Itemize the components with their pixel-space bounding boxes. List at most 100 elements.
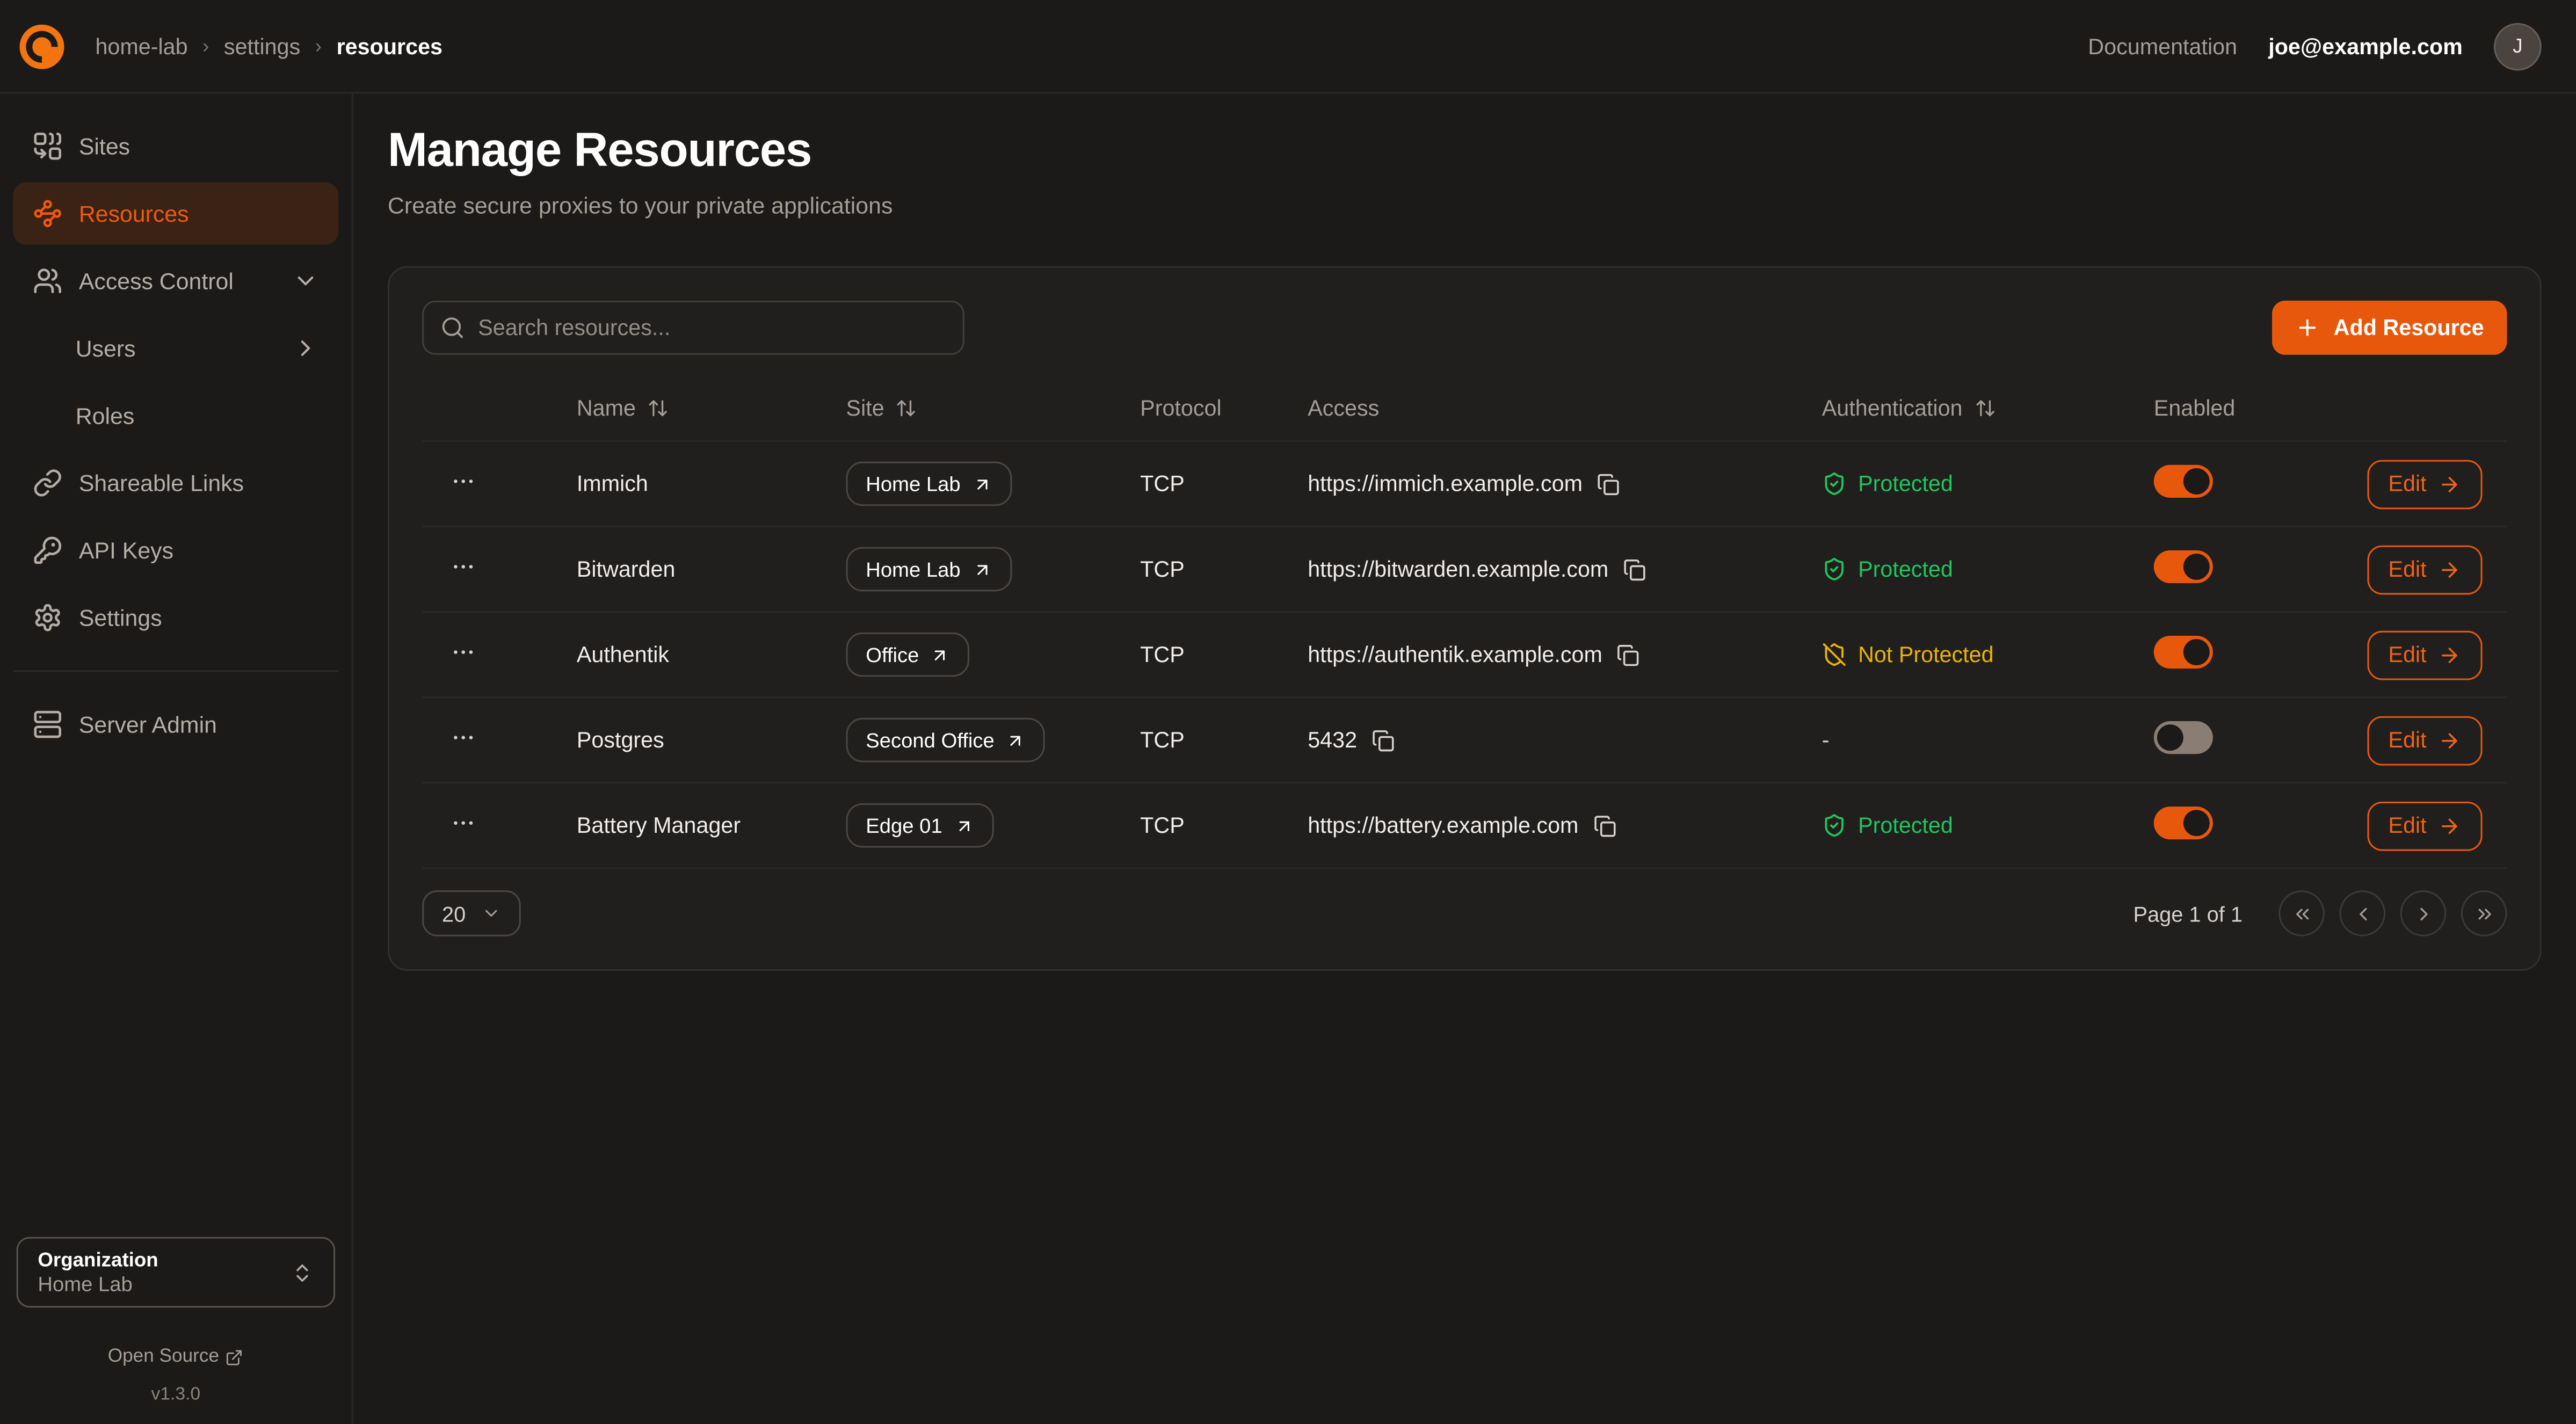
toggle-knob	[2157, 724, 2183, 751]
add-resource-button[interactable]: Add Resource	[2273, 301, 2507, 355]
site-link-badge[interactable]: Home Lab	[846, 462, 1012, 506]
row-menu-button[interactable]	[450, 468, 476, 495]
previous-page-button[interactable]	[2339, 890, 2385, 936]
page-size-value: 20	[442, 901, 466, 926]
sidebar-item-shareable-links[interactable]: Shareable Links	[13, 452, 338, 514]
site-name: Second Office	[866, 729, 995, 752]
add-resource-label: Add Resource	[2334, 315, 2484, 340]
chevron-down-icon	[482, 904, 502, 924]
ellipsis-icon	[450, 554, 476, 580]
resource-protocol: TCP	[1140, 557, 1308, 582]
toggle-knob	[2183, 810, 2210, 836]
enabled-toggle[interactable]	[2154, 807, 2213, 839]
auth-badge: Not Protected	[1822, 642, 2154, 667]
column-header-authentication[interactable]: Authentication	[1822, 395, 2154, 420]
copy-button[interactable]	[1593, 814, 1616, 837]
column-header-access: Access	[1308, 395, 1822, 420]
copy-icon	[1593, 814, 1616, 837]
sidebar-item-label: Access Control	[79, 268, 234, 294]
edit-button[interactable]: Edit	[2367, 459, 2483, 508]
page-info: Page 1 of 1	[2134, 901, 2243, 926]
chevrons-up-down-icon	[291, 1261, 314, 1284]
resource-protocol: TCP	[1140, 813, 1308, 838]
search-icon	[440, 315, 465, 340]
edit-button[interactable]: Edit	[2367, 715, 2483, 765]
copy-button[interactable]	[1372, 729, 1395, 752]
edit-button[interactable]: Edit	[2367, 801, 2483, 850]
auth-badge: Protected	[1822, 557, 2154, 582]
resource-name: Battery Manager	[577, 813, 846, 838]
copy-button[interactable]	[1623, 558, 1646, 581]
sidebar-item-label: Roles	[76, 403, 135, 429]
shield-off-icon	[1822, 642, 1847, 667]
copy-icon	[1617, 643, 1640, 666]
arrow-up-right-icon	[931, 645, 950, 665]
sidebar-item-label: Users	[76, 335, 136, 361]
sidebar-item-label: Server Admin	[79, 711, 217, 738]
toggle-knob	[2183, 639, 2210, 665]
copy-button[interactable]	[1617, 643, 1640, 666]
auth-status-text: Protected	[1858, 471, 1953, 496]
edit-button[interactable]: Edit	[2367, 544, 2483, 594]
row-menu-button[interactable]	[450, 554, 476, 580]
page-size-select[interactable]: 20	[422, 890, 521, 936]
site-link-badge[interactable]: Home Lab	[846, 547, 1012, 592]
sidebar-item-access-control[interactable]: Access Control	[13, 250, 338, 312]
site-link-badge[interactable]: Second Office	[846, 718, 1046, 762]
sidebar-item-settings[interactable]: Settings	[13, 586, 338, 649]
site-link-badge[interactable]: Office	[846, 633, 970, 677]
breadcrumb-separator: ›	[202, 34, 209, 57]
sidebar-item-server-admin[interactable]: Server Admin	[13, 693, 338, 755]
page-subtitle: Create secure proxies to your private ap…	[388, 192, 2542, 219]
column-header-name[interactable]: Name	[577, 395, 846, 420]
row-menu-button[interactable]	[450, 810, 476, 836]
breadcrumb-resources: resources	[337, 34, 442, 59]
documentation-link[interactable]: Documentation	[2088, 34, 2237, 59]
sidebar-item-resources[interactable]: Resources	[13, 183, 338, 245]
user-avatar[interactable]: J	[2494, 22, 2542, 70]
table-row: Immich Home Lab TCP https://immich.examp…	[422, 440, 2507, 526]
users-icon	[33, 266, 62, 296]
copy-button[interactable]	[1598, 473, 1621, 496]
resources-card: Add Resource Name Site	[388, 266, 2542, 971]
enabled-toggle[interactable]	[2154, 465, 2213, 498]
breadcrumb-org[interactable]: home-lab	[95, 34, 187, 59]
sidebar-item-users[interactable]: Users	[13, 317, 338, 379]
last-page-button[interactable]	[2461, 890, 2507, 936]
row-menu-button[interactable]	[450, 724, 476, 751]
server-icon	[33, 710, 62, 739]
open-source-link[interactable]: Open Source	[108, 1347, 244, 1367]
enabled-toggle[interactable]	[2154, 550, 2213, 583]
column-header-site[interactable]: Site	[846, 395, 1141, 420]
chevron-left-icon	[2352, 903, 2373, 924]
sort-icon	[1974, 397, 1996, 418]
first-page-button[interactable]	[2279, 890, 2325, 936]
sidebar-item-sites[interactable]: Sites	[13, 115, 338, 177]
enabled-toggle[interactable]	[2154, 636, 2213, 669]
arrow-right-icon	[2438, 473, 2461, 496]
enabled-toggle[interactable]	[2154, 721, 2213, 754]
arrow-up-right-icon	[1006, 730, 1026, 750]
site-link-badge[interactable]: Edge 01	[846, 803, 993, 848]
search-input[interactable]	[478, 315, 946, 340]
site-name: Edge 01	[866, 814, 942, 837]
sidebar: Sites Resources Access Control Users Rol…	[0, 93, 353, 1424]
key-icon	[33, 535, 62, 565]
row-menu-button[interactable]	[450, 639, 476, 665]
edit-button[interactable]: Edit	[2367, 630, 2483, 679]
resource-access-url: 5432	[1308, 728, 1357, 752]
sort-icon	[647, 397, 669, 418]
ellipsis-icon	[450, 724, 476, 751]
site-name: Home Lab	[866, 558, 960, 581]
pagination: 20 Page 1 of 1	[422, 890, 2507, 936]
next-page-button[interactable]	[2400, 890, 2447, 936]
sidebar-item-api-keys[interactable]: API Keys	[13, 519, 338, 582]
link-icon	[33, 468, 62, 498]
table-row: Authentik Office TCP https://authentik.e…	[422, 611, 2507, 696]
auth-badge: -	[1822, 728, 2154, 752]
app-window: home-lab › settings › resources Document…	[0, 0, 2576, 1424]
sidebar-item-roles[interactable]: Roles	[13, 384, 338, 447]
user-email[interactable]: joe@example.com	[2268, 34, 2463, 59]
organization-switcher[interactable]: Organization Home Lab	[17, 1237, 336, 1308]
breadcrumb-settings[interactable]: settings	[224, 34, 300, 59]
